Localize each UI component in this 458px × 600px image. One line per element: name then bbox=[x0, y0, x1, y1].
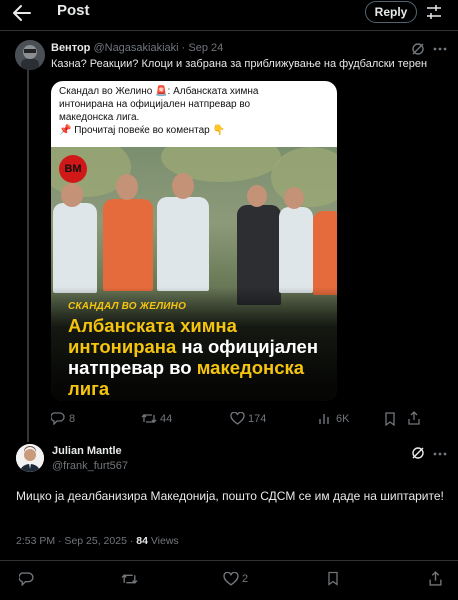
share-icon[interactable] bbox=[428, 571, 443, 586]
caption-line: интонирана на официјален натпревар во bbox=[59, 99, 251, 110]
player-head bbox=[284, 187, 304, 209]
reply-icon bbox=[51, 412, 65, 425]
views-label: Views bbox=[147, 535, 179, 547]
football-team-photo[interactable]: BM СКАНДАЛ ВО ЖЕЛИНО Албанската химна ин… bbox=[51, 147, 337, 401]
avatar[interactable] bbox=[16, 444, 44, 472]
share-icon[interactable] bbox=[407, 411, 421, 425]
bm-logo: BM bbox=[59, 155, 87, 183]
player bbox=[53, 203, 97, 293]
post-time[interactable]: 2:53 PM · Sep 25, 2025 · bbox=[16, 535, 136, 547]
repost-count: 44 bbox=[160, 413, 173, 425]
author-handle[interactable]: @Nagasakiakiaki bbox=[93, 42, 178, 54]
more-options-icon[interactable] bbox=[432, 43, 448, 55]
media-card[interactable]: Скандал во Желино 🚨: Албанската химна ин… bbox=[51, 81, 337, 401]
post-timestamp: 2:53 PM · Sep 25, 2025 · 84 Views bbox=[16, 535, 179, 547]
player bbox=[279, 207, 313, 293]
thread-line bbox=[27, 70, 29, 442]
bookmark-icon[interactable] bbox=[327, 571, 339, 586]
header-divider bbox=[0, 30, 458, 31]
grok-icon[interactable] bbox=[411, 42, 425, 56]
like-count: 174 bbox=[248, 413, 267, 425]
page-title: Post bbox=[57, 2, 90, 19]
reply-count: 8 bbox=[69, 413, 76, 425]
bookmark-icon[interactable] bbox=[384, 412, 396, 426]
back-arrow-icon[interactable] bbox=[12, 4, 32, 22]
post-text: Казна? Реакции? Клоци и забрана за прибл… bbox=[51, 58, 428, 70]
more-options-icon[interactable] bbox=[432, 448, 448, 460]
view-count: 6K bbox=[336, 413, 350, 425]
player-head bbox=[61, 183, 83, 207]
views-number: 84 bbox=[136, 535, 148, 547]
like-count: 2 bbox=[242, 573, 249, 585]
caption-line: македонска лига. bbox=[59, 112, 140, 123]
caption-line: Скандал во Желино 🚨: Албанската химна bbox=[59, 86, 259, 97]
author-name[interactable]: Julian Mantle bbox=[52, 445, 122, 457]
author-name[interactable]: Вентор bbox=[51, 42, 90, 54]
headline-part: интонирана bbox=[68, 336, 177, 357]
player bbox=[157, 197, 209, 291]
repost-icon[interactable] bbox=[121, 572, 138, 586]
referee-head bbox=[247, 185, 267, 207]
reply-button[interactable]: Reply bbox=[365, 1, 417, 23]
player-head bbox=[116, 174, 138, 200]
card-caption: Скандал во Желино 🚨: Албанската химна ин… bbox=[51, 81, 337, 147]
avatar[interactable] bbox=[15, 40, 45, 70]
sliders-icon[interactable] bbox=[426, 4, 442, 20]
player-head bbox=[172, 173, 194, 199]
grok-icon[interactable] bbox=[411, 446, 425, 460]
headline-part: на официјален bbox=[176, 336, 319, 357]
post-date[interactable]: · Sep 24 bbox=[182, 42, 224, 54]
top-bar: Post Reply bbox=[0, 0, 458, 26]
player bbox=[103, 199, 153, 291]
headline-part: Албанската химна bbox=[68, 315, 237, 336]
views-icon bbox=[318, 412, 332, 425]
author-handle[interactable]: @frank_furt567 bbox=[52, 460, 128, 472]
player bbox=[313, 211, 337, 295]
reply-icon[interactable] bbox=[19, 572, 34, 586]
headline-part: македонска bbox=[196, 357, 305, 378]
post-header: Вентор @Nagasakiakiaki · Sep 24 bbox=[51, 42, 223, 54]
repost-icon bbox=[141, 412, 157, 425]
headline: Албанската химна интонирана на официјале… bbox=[68, 315, 336, 399]
headline-part: натпревар во bbox=[68, 357, 197, 378]
heart-icon bbox=[230, 412, 245, 425]
background-tree bbox=[271, 147, 337, 207]
headline-kicker: СКАНДАЛ ВО ЖЕЛИНО bbox=[68, 301, 187, 312]
meta-divider bbox=[0, 560, 458, 561]
post-text: Мицко ја деалбанизира Македонија, пошто … bbox=[16, 489, 444, 503]
heart-icon bbox=[223, 572, 239, 586]
headline-part: лига bbox=[68, 378, 110, 399]
caption-line: 📌 Прочитај повеќе во коментар 👇 bbox=[59, 125, 225, 136]
